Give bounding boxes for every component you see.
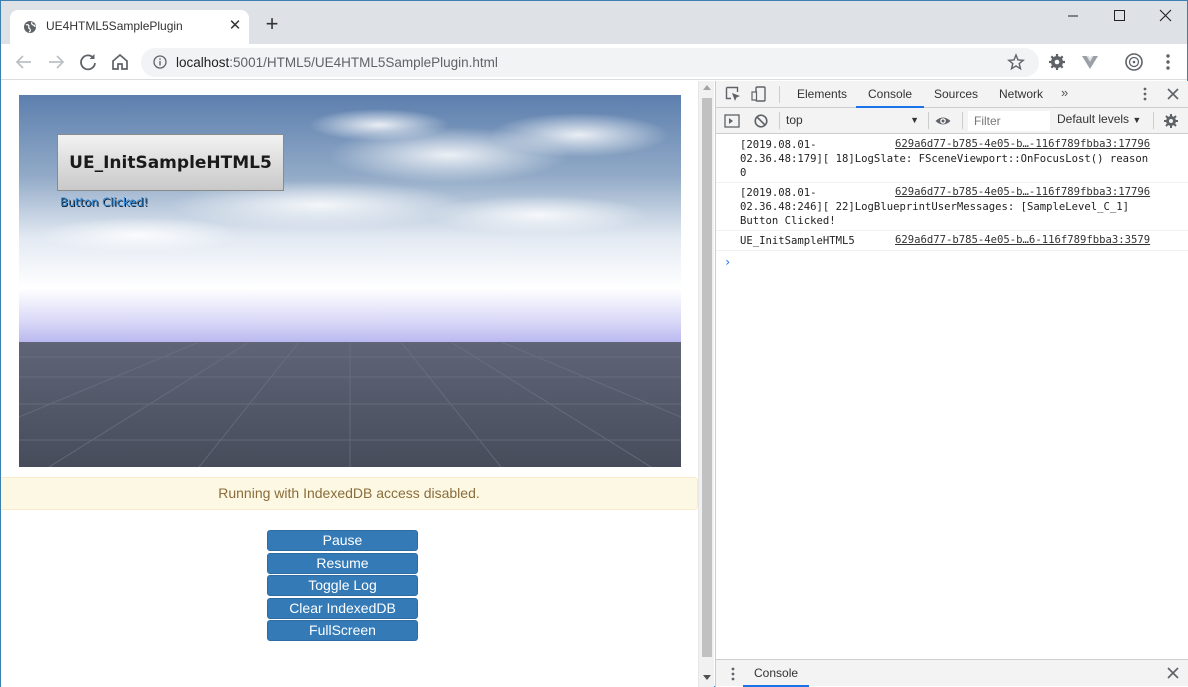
url-host: localhost: [176, 55, 230, 70]
console-settings-gear-icon[interactable]: [1162, 112, 1180, 130]
caret-down-icon: ▼: [1132, 115, 1142, 125]
maximize-icon[interactable]: [1096, 3, 1142, 33]
console-message: [2019.08.01- 02.36.48:246][ 22]LogBluepr…: [716, 183, 1188, 231]
console-message: [2019.08.01- 02.36.48:179][ 18]LogSlate:…: [716, 135, 1188, 183]
log-levels-dropdown[interactable]: Default levels ▼: [1057, 112, 1141, 126]
console-message-source-link[interactable]: 629a6d77-b785-4e05-b…-116f789fbba3:17796: [895, 138, 1150, 150]
console-message: UE_InitSampleHTML5 629a6d77-b785-4e05-b……: [716, 231, 1188, 251]
window-close-icon[interactable]: [1142, 3, 1188, 33]
devtools-panel: Elements Console Sources Network » top ▼ …: [715, 81, 1188, 687]
execution-context-select[interactable]: top ▼: [786, 111, 919, 130]
drawer-menu-icon[interactable]: [726, 665, 740, 683]
browser-window: UE4HTML5SamplePlugin ✕ + localhost:5001/…: [0, 0, 1188, 687]
live-expression-eye-icon[interactable]: [934, 112, 952, 130]
ue-init-sample-button[interactable]: UE_InitSampleHTML5: [57, 134, 284, 191]
resume-button[interactable]: Resume: [267, 552, 418, 574]
toolbar-divider: [779, 112, 780, 129]
toggle-log-button[interactable]: Toggle Log: [267, 575, 418, 596]
console-message-source-link[interactable]: 629a6d77-b785-4e05-b…6-116f789fbba3:3579: [895, 234, 1150, 246]
tab-console[interactable]: Console: [856, 81, 925, 108]
scroll-up-icon[interactable]: [703, 85, 711, 90]
fullscreen-button[interactable]: FullScreen: [267, 620, 418, 641]
drawer-tab-console[interactable]: Console: [743, 660, 810, 687]
devtools-drawer: Console: [716, 659, 1188, 687]
info-icon[interactable]: [153, 55, 167, 69]
url-text: localhost:5001/HTML5/UE4HTML5SamplePlugi…: [176, 55, 498, 70]
sidebar-toggle-icon[interactable]: [723, 112, 741, 130]
home-icon[interactable]: [108, 50, 132, 74]
web-page: UE_InitSampleHTML5 Button Clicked! Runni…: [1, 81, 714, 687]
caret-down-icon: ▼: [910, 115, 919, 125]
drawer-close-icon[interactable]: [1164, 664, 1182, 682]
toolbar-divider: [928, 112, 929, 129]
clear-console-icon[interactable]: [752, 112, 770, 130]
browser-tab[interactable]: UE4HTML5SamplePlugin ✕: [10, 10, 249, 44]
context-value: top: [786, 113, 803, 127]
tab-close-icon[interactable]: ✕: [226, 16, 244, 36]
console-prompt[interactable]: ›: [724, 255, 731, 269]
profile-icon[interactable]: [1124, 52, 1144, 72]
minimize-icon[interactable]: [1050, 3, 1096, 33]
extension-gear-icon[interactable]: [1047, 52, 1067, 72]
browser-menu-icon[interactable]: [1158, 52, 1178, 72]
toolbar-divider: [962, 112, 963, 129]
tab-strip: UE4HTML5SamplePlugin ✕ +: [1, 1, 1187, 44]
arrow-right-icon[interactable]: [44, 50, 68, 74]
devtools-menu-icon[interactable]: [1136, 85, 1154, 103]
console-message-source-link[interactable]: 629a6d77-b785-4e05-b…-116f789fbba3:17796: [895, 186, 1150, 198]
console-toolbar: top ▼ Default levels ▼: [716, 108, 1188, 134]
new-tab-button[interactable]: +: [262, 13, 282, 35]
game-controls: Pause Resume Toggle Log Clear IndexedDB …: [267, 530, 418, 643]
arrow-left-icon[interactable]: [12, 50, 36, 74]
clear-indexeddb-button[interactable]: Clear IndexedDB: [267, 597, 418, 619]
url-path: :5001/HTML5/UE4HTML5SamplePlugin.html: [229, 55, 498, 70]
browser-toolbar: localhost:5001/HTML5/UE4HTML5SamplePlugi…: [1, 44, 1187, 80]
star-icon[interactable]: [1007, 53, 1025, 71]
tab-sources[interactable]: Sources: [922, 81, 990, 108]
status-alert: Running with IndexedDB access disabled.: [1, 477, 698, 510]
console-messages: [2019.08.01- 02.36.48:179][ 18]LogSlate:…: [716, 135, 1188, 659]
devtools-tab-bar: Elements Console Sources Network »: [716, 81, 1188, 108]
tab-title: UE4HTML5SamplePlugin: [46, 19, 183, 33]
tab-network[interactable]: Network: [987, 81, 1055, 108]
vue-devtools-icon[interactable]: [1080, 52, 1100, 72]
reload-icon[interactable]: [76, 50, 100, 74]
toolbar-divider: [1153, 112, 1154, 129]
levels-label: Default levels: [1057, 112, 1130, 126]
pause-button[interactable]: Pause: [267, 530, 418, 551]
inspect-element-icon[interactable]: [724, 85, 742, 103]
toolbar-divider: [779, 86, 780, 103]
scroll-down-icon[interactable]: [703, 675, 711, 680]
button-clicked-text: Button Clicked!: [60, 195, 149, 209]
address-bar[interactable]: localhost:5001/HTML5/UE4HTML5SamplePlugi…: [141, 48, 1039, 77]
devtools-close-icon[interactable]: [1164, 85, 1182, 103]
tab-elements[interactable]: Elements: [785, 81, 859, 108]
game-canvas[interactable]: UE_InitSampleHTML5 Button Clicked!: [19, 95, 681, 467]
device-toolbar-icon[interactable]: [750, 85, 768, 103]
page-scrollbar[interactable]: [698, 81, 714, 687]
console-filter-input[interactable]: [968, 111, 1050, 131]
more-tabs-icon[interactable]: »: [1061, 85, 1068, 100]
scrollbar-thumb[interactable]: [702, 98, 712, 657]
globe-icon: [24, 21, 36, 33]
